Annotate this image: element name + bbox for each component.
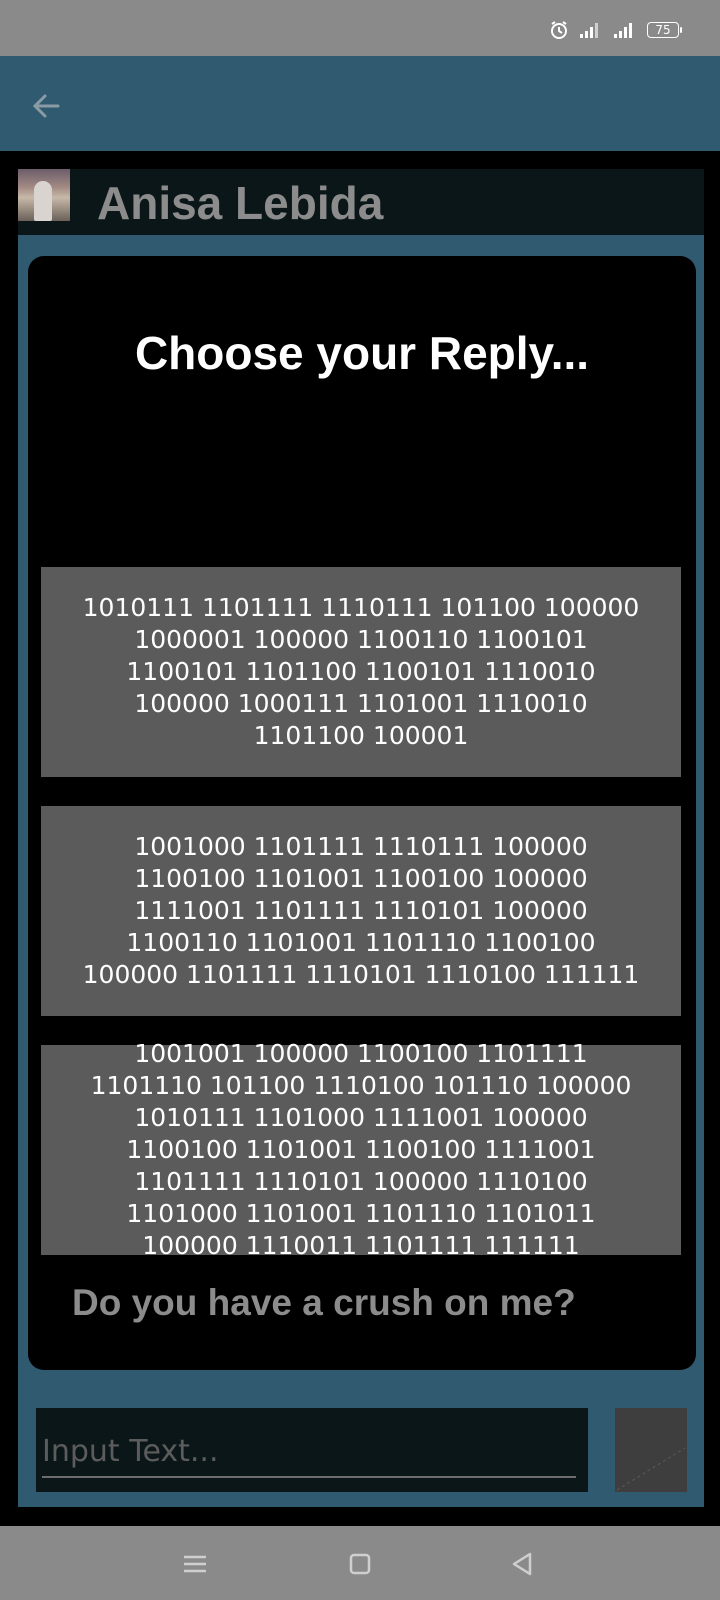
status-bar: 75 <box>0 0 720 56</box>
battery-level: 75 <box>647 22 679 38</box>
send-button[interactable] <box>615 1408 687 1492</box>
back-button[interactable] <box>26 86 66 126</box>
reply-option-text: 1001001 100000 1100100 1101111 1101110 1… <box>90 1039 632 1260</box>
dialog-title: Choose your Reply... <box>134 327 590 379</box>
battery-icon: 75 <box>647 22 682 38</box>
incoming-question: Do you have a crush on me? <box>72 1282 576 1323</box>
message-input[interactable] <box>42 1426 576 1478</box>
profile-header: Anisa Lebida <box>18 169 704 235</box>
avatar[interactable] <box>18 169 70 221</box>
reply-option-text: 1001000 1101111 1110111 100000 1100100 1… <box>82 832 640 989</box>
home-square-icon[interactable] <box>345 1550 375 1578</box>
reply-option-2[interactable]: 1001000 1101111 1110111 100000 1100100 1… <box>41 806 681 1016</box>
reply-option-text: 1010111 1101111 1110111 101100 100000 10… <box>82 593 640 750</box>
status-icons: 75 <box>549 20 682 40</box>
back-triangle-icon[interactable] <box>508 1550 538 1578</box>
profile-name: Anisa Lebida <box>97 177 384 229</box>
reply-dialog: Choose your Reply... 1010111 1101111 111… <box>28 256 696 1370</box>
reply-option-1[interactable]: 1010111 1101111 1110111 101100 100000 10… <box>41 567 681 777</box>
arrow-back-icon <box>32 94 60 118</box>
signal-icon <box>614 23 632 38</box>
reply-option-3[interactable]: 1001001 100000 1100100 1101111 1101110 1… <box>41 1039 681 1260</box>
menu-icon[interactable] <box>180 1550 210 1578</box>
signal-icon <box>580 23 598 38</box>
app-bar <box>0 56 720 151</box>
send-icon <box>616 1447 686 1491</box>
message-composer <box>36 1408 588 1492</box>
alarm-icon <box>551 21 567 39</box>
system-nav-bar <box>0 1526 720 1600</box>
